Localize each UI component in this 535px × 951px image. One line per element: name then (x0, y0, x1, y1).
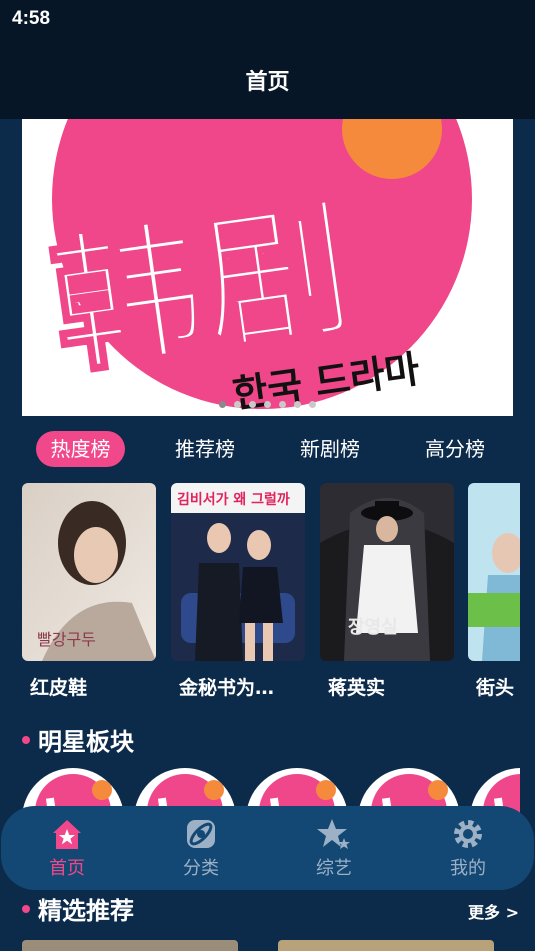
home-icon (53, 820, 81, 849)
nav-home[interactable]: 首页 (7, 806, 127, 890)
svg-text:장영실: 장영실 (348, 617, 398, 638)
carousel-dot[interactable] (264, 401, 271, 408)
nav-label: 分类 (183, 858, 219, 879)
bottom-nav: 首页 分类 综艺 我的 (1, 806, 534, 890)
carousel-dot[interactable] (249, 401, 256, 408)
section-title-text: 明星板块 (38, 728, 134, 756)
app-header: 首页 (0, 38, 535, 119)
nav-variety[interactable]: 综艺 (274, 806, 394, 890)
drama-poster: 김비서가 왜 그럴까 (171, 483, 305, 661)
drama-poster: 장영실 (320, 483, 454, 661)
nav-category[interactable]: 分类 (141, 806, 261, 890)
star-icon (317, 819, 350, 849)
page-title: 首页 (245, 70, 290, 95)
nav-label: 首页 (49, 858, 85, 879)
ranking-tabs: 热度榜 推荐榜 新剧榜 高分榜 (22, 430, 513, 470)
drama-list: 빨강구두 红皮鞋 김비서가 왜 그럴까 金秘书为… 장영실 蒋英实 街头 (22, 483, 520, 703)
section-bullet (22, 736, 30, 744)
tab-new-drama-ranking[interactable]: 新剧榜 (287, 431, 373, 467)
tab-hot-ranking[interactable]: 热度榜 (36, 431, 125, 467)
svg-text:김비서가 왜 그럴까: 김비서가 왜 그럴까 (177, 491, 290, 508)
section-title-picks: 精选推荐 (22, 891, 134, 926)
nav-profile[interactable]: 我的 (408, 806, 528, 890)
status-time: 4:58 (12, 8, 51, 29)
gear-icon (454, 820, 482, 848)
drama-title: 金秘书为… (179, 677, 275, 699)
drama-title: 街头 (476, 677, 515, 699)
carousel-dot[interactable] (309, 401, 316, 408)
drama-poster: 빨강구두 (22, 483, 156, 661)
drama-poster (468, 483, 520, 661)
status-bar: 4:58 (0, 0, 535, 38)
carousel-indicators (22, 401, 513, 408)
drama-card[interactable]: 街头 (468, 483, 520, 699)
drama-card[interactable]: 빨강구두 红皮鞋 (22, 483, 156, 699)
drama-title: 蒋英实 (328, 677, 386, 699)
category-icon (187, 820, 215, 848)
carousel-dot[interactable] (294, 401, 301, 408)
drama-card[interactable]: 김비서가 왜 그럴까 金秘书为… (171, 483, 305, 699)
svg-text:빨강구두: 빨강구두 (37, 630, 96, 649)
nav-label: 我的 (450, 858, 486, 879)
carousel-dot[interactable] (234, 401, 241, 408)
nav-label: 综艺 (316, 858, 352, 879)
tab-top-rated-ranking[interactable]: 高分榜 (412, 431, 498, 467)
drama-card[interactable]: 장영실 蒋英实 (320, 483, 454, 699)
drama-title: 红皮鞋 (30, 677, 88, 699)
banner-image: 韩剧 한국 드라마 (22, 119, 513, 416)
pick-thumbnail[interactable] (22, 940, 238, 951)
section-title-stars: 明星板块 (22, 722, 134, 757)
carousel-dot[interactable] (279, 401, 286, 408)
section-bullet (22, 905, 30, 913)
carousel-dot[interactable] (219, 401, 226, 408)
pick-thumbnail[interactable] (278, 940, 494, 951)
banner-carousel[interactable]: 韩剧 한국 드라마 (22, 119, 513, 416)
more-link[interactable]: 更多 > (468, 899, 519, 923)
section-title-text: 精选推荐 (38, 897, 134, 925)
tab-recommended-ranking[interactable]: 推荐榜 (162, 431, 248, 467)
